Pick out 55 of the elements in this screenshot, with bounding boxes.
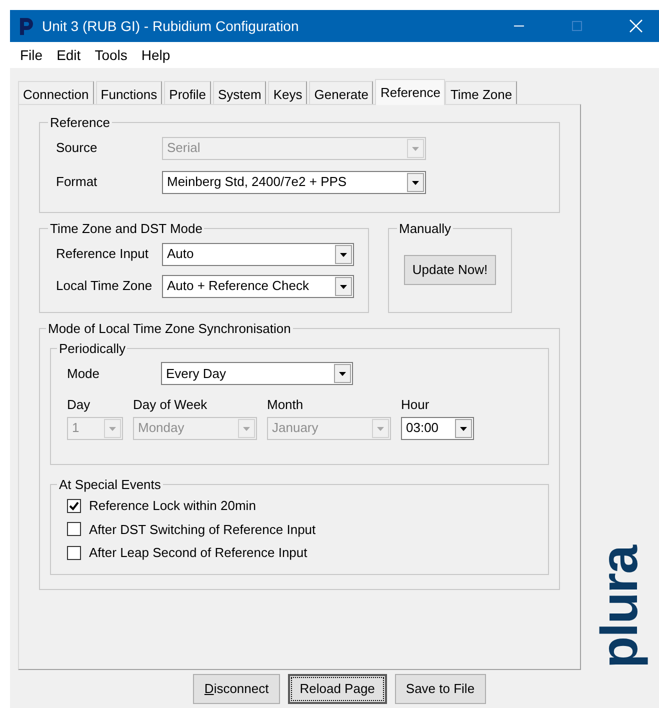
group-title: At Special Events bbox=[58, 476, 162, 494]
field-label: Local Time Zone bbox=[55, 277, 154, 296]
dialog-button[interactable]: Save to File bbox=[394, 674, 486, 704]
checkbox[interactable] bbox=[67, 522, 81, 536]
tab[interactable]: Reference bbox=[375, 79, 446, 105]
checkbox[interactable] bbox=[67, 546, 81, 560]
menu-item[interactable]: Edit bbox=[56, 44, 81, 66]
caret-icon bbox=[407, 172, 424, 192]
group-title: Time Zone and DST Mode bbox=[49, 220, 204, 238]
dropdown[interactable]: 03:00 bbox=[401, 416, 474, 440]
dropdown[interactable]: Auto + Reference Check bbox=[162, 274, 354, 298]
caret-icon bbox=[455, 418, 472, 438]
dropdown[interactable]: Meinberg Std, 2400/7e2 + PPS bbox=[162, 170, 426, 194]
caret-icon bbox=[407, 138, 424, 158]
checkbox[interactable] bbox=[67, 498, 81, 513]
caret-icon bbox=[335, 244, 352, 264]
window-title: Unit 3 (RUB GI) - Rubidium Configuration bbox=[42, 16, 300, 36]
field-label: Reference Input bbox=[55, 245, 150, 264]
checkbox-label: Reference Lock within 20min bbox=[89, 497, 256, 515]
tab[interactable]: Generate bbox=[309, 81, 374, 104]
caret-icon bbox=[238, 418, 255, 438]
app-logo-icon bbox=[18, 16, 34, 36]
group-title: Periodically bbox=[58, 340, 126, 358]
tab[interactable]: System bbox=[213, 81, 266, 104]
tab[interactable]: Connection bbox=[18, 81, 94, 104]
field-label: Day bbox=[67, 396, 92, 414]
field-label: Month bbox=[267, 396, 304, 414]
brand-logo: plura bbox=[594, 546, 646, 668]
field-label: Day of Week bbox=[133, 396, 208, 414]
checkbox-label: After Leap Second of Reference Input bbox=[89, 544, 308, 562]
update-now-button[interactable]: Update Now! bbox=[404, 254, 496, 284]
group-title: Mode of Local Time Zone Synchronisation bbox=[47, 320, 292, 338]
dialog-button[interactable]: Reload Page bbox=[288, 674, 387, 704]
checkbox-label: After DST Switching of Reference Input bbox=[89, 520, 316, 539]
caret-icon bbox=[104, 418, 121, 438]
field-label: Format bbox=[55, 173, 98, 192]
tab[interactable]: Keys bbox=[268, 81, 308, 104]
caret-icon bbox=[334, 364, 351, 383]
tab[interactable]: Functions bbox=[96, 81, 162, 104]
tab[interactable]: Time Zone bbox=[445, 81, 518, 104]
field-label: Hour bbox=[401, 396, 430, 414]
menu-item[interactable]: Tools bbox=[94, 44, 128, 66]
group-title: Reference bbox=[49, 114, 111, 132]
caret-icon bbox=[372, 418, 389, 438]
group-title: Manually bbox=[398, 220, 452, 238]
dropdown[interactable]: Every Day bbox=[161, 362, 353, 385]
caret-icon bbox=[335, 276, 352, 296]
tab[interactable]: Profile bbox=[164, 81, 212, 104]
menu-item[interactable]: Help bbox=[141, 44, 170, 66]
field-label: Mode bbox=[67, 364, 101, 383]
field-label: Source bbox=[55, 139, 98, 158]
close-icon[interactable] bbox=[629, 19, 643, 33]
dialog-button[interactable]: Disconnect bbox=[193, 674, 280, 704]
dropdown[interactable]: Auto bbox=[162, 242, 354, 266]
menu-item[interactable]: File bbox=[20, 44, 43, 66]
